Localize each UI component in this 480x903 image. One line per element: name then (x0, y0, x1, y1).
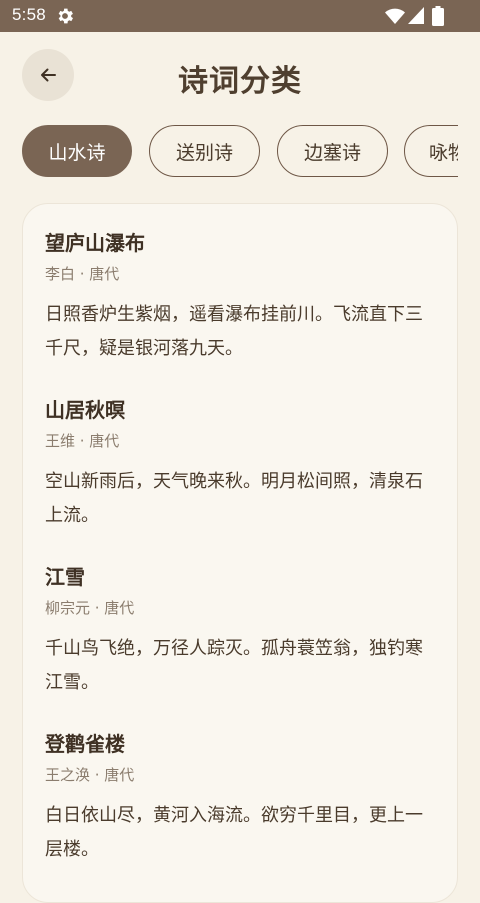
poem-content: 空山新雨后，天气晚来秋。明月松间照，清泉石上流。 (45, 471, 423, 526)
poem-content: 白日依山尽，黄河入海流。欲穷千里目，更上一层楼。 (45, 805, 423, 860)
poem-item[interactable]: 江雪 柳宗元 · 唐代 千山鸟飞绝，万径人踪灭。孤舟蓑笠翁，独钓寒江雪。 (45, 564, 437, 700)
poem-content: 日照香炉生紫烟，遥看瀑布挂前川。飞流直下三千尺，疑是银河落九天。 (45, 304, 423, 359)
poem-item[interactable]: 望庐山瀑布 李白 · 唐代 日照香炉生紫烟，遥看瀑布挂前川。飞流直下三千尺，疑是… (45, 230, 437, 366)
poem-author-dynasty: 李白 · 唐代 (45, 265, 120, 283)
poem-title: 山居秋暝 (45, 398, 125, 422)
category-chip-songbie[interactable]: 送别诗 (149, 125, 260, 177)
poem-item[interactable]: 山居秋暝 王维 · 唐代 空山新雨后，天气晚来秋。明月松间照，清泉石上流。 (45, 397, 437, 533)
page-title: 诗词分类 (178, 64, 302, 99)
app-header: 诗词分类 (0, 32, 480, 122)
category-chip-yongwu[interactable]: 咏物诗 (404, 125, 458, 177)
poem-author-dynasty: 柳宗元 · 唐代 (45, 599, 135, 617)
poem-title: 望庐山瀑布 (45, 231, 145, 255)
battery-icon (432, 6, 444, 26)
status-bar: 5:58 (0, 0, 480, 32)
poem-item[interactable]: 登鹳雀楼 王之涣 · 唐代 白日依山尽，黄河入海流。欲穷千里目，更上一层楼。 (45, 731, 437, 867)
cellular-signal-icon (408, 7, 424, 24)
poem-title: 江雪 (45, 565, 85, 589)
poem-author-dynasty: 王维 · 唐代 (45, 432, 120, 450)
poem-title: 登鹳雀楼 (45, 732, 125, 756)
poem-author-dynasty: 王之涣 · 唐代 (45, 766, 135, 784)
poem-content: 千山鸟飞绝，万径人踪灭。孤舟蓑笠翁，独钓寒江雪。 (45, 638, 423, 693)
poem-list-card: 望庐山瀑布 李白 · 唐代 日照香炉生紫烟，遥看瀑布挂前川。飞流直下三千尺，疑是… (22, 203, 458, 903)
wifi-icon (385, 8, 405, 24)
status-time: 5:58 (12, 5, 46, 24)
category-chip-shanshui[interactable]: 山水诗 (22, 125, 132, 177)
category-chip-biansai[interactable]: 边塞诗 (277, 125, 388, 177)
category-tabs: 山水诗 送别诗 边塞诗 咏物诗 (0, 124, 458, 182)
settings-gear-icon (58, 8, 73, 24)
